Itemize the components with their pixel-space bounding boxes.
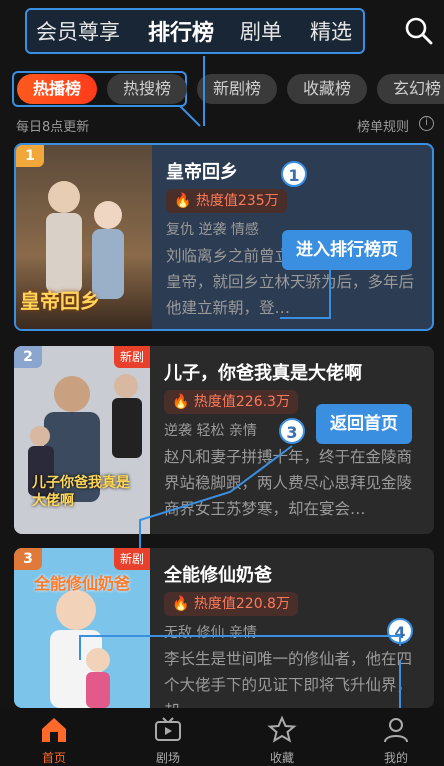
star-icon bbox=[267, 715, 297, 743]
bottom-nav-profile[interactable]: 我的 bbox=[356, 708, 436, 766]
bottom-nav: 首页 剧场 收藏 我的 bbox=[0, 708, 444, 766]
person-icon bbox=[384, 718, 408, 743]
rank-badge: 3 bbox=[14, 548, 42, 570]
rank-badge: 2 bbox=[14, 346, 42, 368]
bottom-nav-label: 剧场 bbox=[155, 751, 180, 765]
heat-badge: 🔥 热度值226.3万 bbox=[164, 390, 298, 414]
rules-link[interactable]: 榜单规则 bbox=[357, 116, 409, 135]
home-icon bbox=[42, 718, 66, 742]
bottom-nav-theater[interactable]: 剧场 bbox=[128, 708, 208, 766]
chip-hot-play[interactable]: 热播榜 bbox=[17, 74, 97, 104]
tab-featured[interactable]: 精选 bbox=[310, 16, 352, 46]
heat-value: 热度值235万 bbox=[195, 193, 279, 209]
chip-new[interactable]: 新剧榜 bbox=[197, 74, 277, 104]
bottom-nav-home[interactable]: 首页 bbox=[14, 708, 94, 766]
bottom-nav-favorites[interactable]: 收藏 bbox=[242, 708, 322, 766]
poster-caption: 皇帝回乡 bbox=[20, 289, 100, 313]
poster-caption: 儿子你爸我真是大佬啊 bbox=[32, 475, 130, 509]
tv-icon bbox=[155, 717, 181, 741]
bottom-nav-label: 我的 bbox=[383, 751, 408, 765]
tab-ranking[interactable]: 排行榜 bbox=[148, 15, 214, 47]
update-note: 每日8点更新 bbox=[16, 120, 90, 135]
heat-value: 热度值220.8万 bbox=[193, 596, 290, 612]
chip-hot-search[interactable]: 热搜榜 bbox=[107, 74, 187, 104]
rank-card-3[interactable]: 3 新剧 全能修仙奶爸 全能修仙奶爸 🔥 热度值220.8万 无敌 修仙 亲情 … bbox=[14, 548, 434, 708]
top-nav: 会员尊享 排行榜 剧单 精选 bbox=[0, 0, 444, 62]
search-icon[interactable] bbox=[404, 16, 434, 46]
heat-badge: 🔥 热度值235万 bbox=[166, 189, 287, 213]
drama-synopsis: 赵凡和妻子拼搏十年，终于在金陵商界站稳脚跟，两人费尽心思拜见金陵商界女王苏梦寒，… bbox=[164, 448, 413, 518]
heat-badge: 🔥 热度值220.8万 bbox=[164, 592, 298, 616]
chip-favorites[interactable]: 收藏榜 bbox=[287, 74, 367, 104]
poster-caption: 全能修仙奶爸 bbox=[34, 574, 131, 593]
rank-badge: 1 bbox=[16, 145, 44, 167]
enter-ranking-button[interactable]: 进入排行榜页 bbox=[282, 230, 412, 270]
drama-title: 皇帝回乡 bbox=[166, 162, 238, 183]
step-marker-4: 4 bbox=[387, 618, 413, 644]
tab-playlist[interactable]: 剧单 bbox=[240, 16, 282, 46]
drama-title: 全能修仙奶爸 bbox=[164, 565, 272, 586]
tab-vip[interactable]: 会员尊享 bbox=[36, 16, 120, 46]
new-badge: 新剧 bbox=[113, 548, 150, 570]
drama-tags: 复仇 逆袭 情感 bbox=[166, 222, 259, 238]
drama-title: 儿子，你爸我真是大佬啊 bbox=[164, 363, 362, 384]
bottom-nav-label: 首页 bbox=[41, 751, 66, 765]
step-marker-3: 3 bbox=[279, 418, 305, 444]
heat-value: 热度值226.3万 bbox=[193, 394, 290, 410]
step-marker-1: 1 bbox=[281, 161, 307, 187]
drama-synopsis: 李长生是世间唯一的修仙者，他在四个大佬手下的见证下即将飞升仙界，却… bbox=[164, 650, 413, 708]
back-home-button[interactable]: 返回首页 bbox=[316, 404, 412, 444]
chip-fantasy[interactable]: 玄幻榜 bbox=[377, 74, 444, 104]
bottom-nav-label: 收藏 bbox=[269, 751, 294, 765]
drama-tags: 无敌 修仙 亲情 bbox=[164, 625, 257, 641]
drama-tags: 逆袭 轻松 亲情 bbox=[164, 423, 257, 439]
new-badge: 新剧 bbox=[113, 346, 150, 368]
info-icon[interactable]: i bbox=[419, 116, 434, 131]
